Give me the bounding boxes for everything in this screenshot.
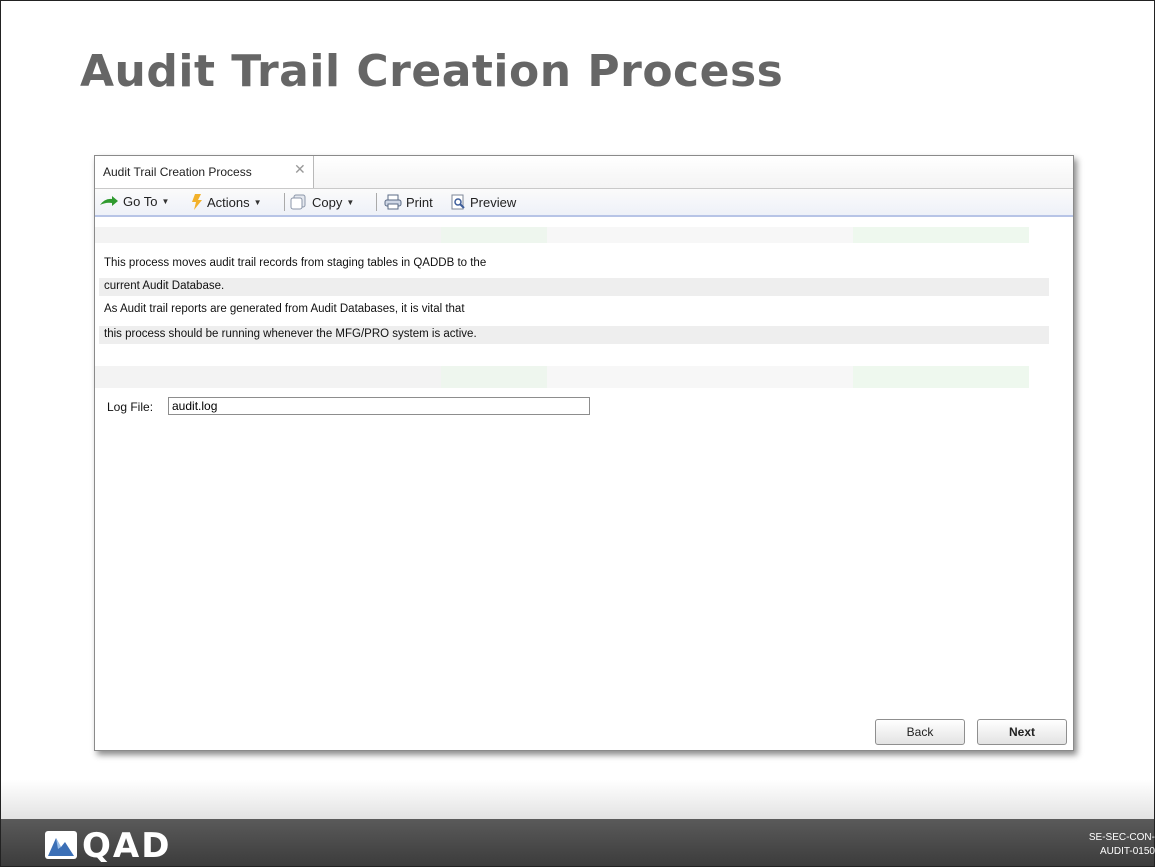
- description-line: This process moves audit trail records f…: [104, 257, 487, 269]
- print-button[interactable]: Print: [384, 194, 433, 210]
- header-band: [95, 227, 441, 243]
- description-line: As Audit trail reports are generated fro…: [104, 303, 465, 315]
- goto-arrow-icon: [100, 195, 118, 206]
- next-button[interactable]: Next: [977, 719, 1067, 745]
- preview-button[interactable]: Preview: [450, 194, 516, 210]
- tab-strip: Audit Trail Creation Process ✕: [95, 156, 1073, 189]
- slide-title: Audit Trail Creation Process: [80, 46, 784, 97]
- slide-code-line: SE-SEC-CON-: [1088, 832, 1155, 843]
- close-icon[interactable]: ✕: [294, 162, 306, 178]
- slide-code: SE-SEC-CON- AUDIT-0150: [1075, 831, 1155, 859]
- toolbar-divider: [376, 193, 377, 211]
- header-band: [441, 227, 547, 243]
- app-window: Audit Trail Creation Process ✕ Go To ▼ A…: [94, 155, 1074, 751]
- tab-label: Audit Trail Creation Process: [103, 165, 252, 179]
- description-line: this process should be running whenever …: [104, 328, 477, 340]
- goto-button[interactable]: Go To ▼: [99, 194, 169, 209]
- footer-band: [547, 366, 853, 388]
- log-file-input[interactable]: audit.log: [168, 397, 590, 415]
- footer-band: [95, 366, 441, 388]
- chevron-down-icon[interactable]: ▼: [254, 198, 262, 207]
- printer-icon: [384, 194, 402, 210]
- actions-button[interactable]: Actions ▼: [191, 194, 262, 210]
- chevron-down-icon[interactable]: ▼: [346, 198, 354, 207]
- toolbar: Go To ▼ Actions ▼ Copy ▼ Print Preview: [95, 189, 1073, 217]
- copy-icon: [290, 194, 306, 210]
- qad-logo-icon: [45, 831, 77, 859]
- preview-icon: [451, 194, 465, 210]
- back-button[interactable]: Back: [875, 719, 965, 745]
- description-row-bg: [99, 278, 1049, 296]
- slide-code-line: AUDIT-0150: [1099, 846, 1155, 857]
- copy-label: Copy: [312, 194, 343, 210]
- header-band: [853, 227, 1029, 243]
- qad-brand-text: QAD: [82, 826, 172, 866]
- footer-band: [441, 366, 547, 388]
- actions-lightning-icon: [192, 194, 202, 210]
- header-band: [547, 227, 853, 243]
- footer-band: [853, 366, 1029, 388]
- copy-button[interactable]: Copy ▼: [290, 194, 354, 210]
- log-file-label: Log File:: [107, 400, 154, 414]
- footer-fade: [1, 780, 1154, 820]
- print-label: Print: [406, 194, 433, 210]
- preview-label: Preview: [470, 194, 517, 210]
- chevron-down-icon[interactable]: ▼: [161, 197, 169, 206]
- tab-audit-trail-creation[interactable]: Audit Trail Creation Process ✕: [95, 156, 314, 188]
- actions-label: Actions: [207, 194, 250, 210]
- footer-bar: [1, 819, 1154, 866]
- toolbar-divider: [284, 193, 285, 211]
- description-line: current Audit Database.: [104, 280, 225, 292]
- goto-label: Go To: [123, 194, 158, 209]
